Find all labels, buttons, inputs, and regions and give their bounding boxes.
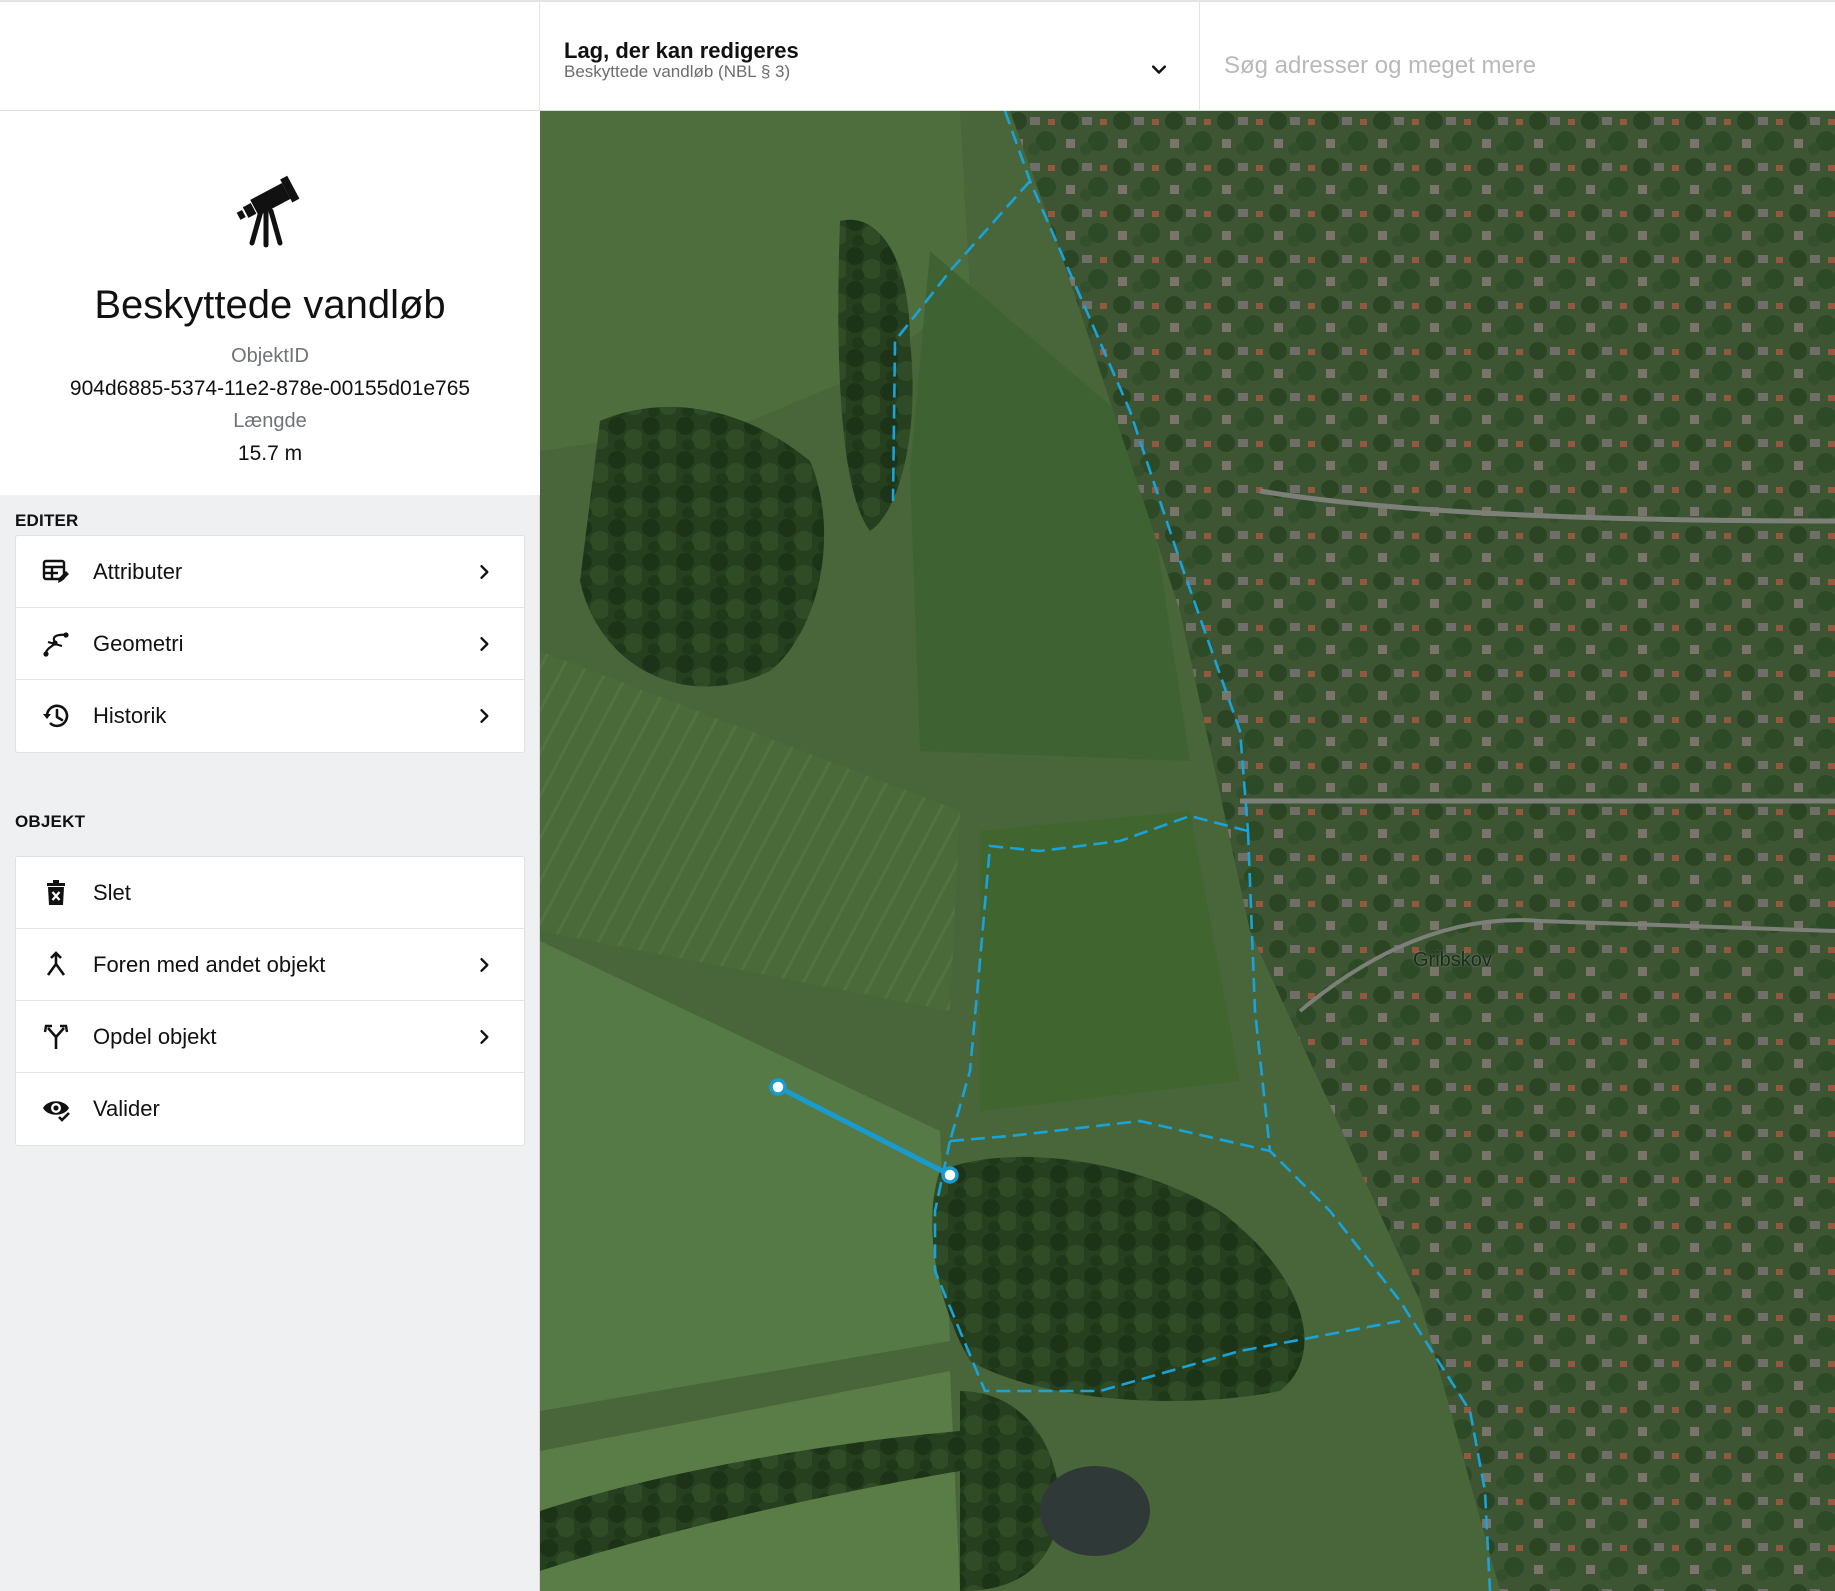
map-canvas[interactable] (540, 111, 1835, 1591)
menu-item-label: Valider (93, 1096, 160, 1121)
object-details-panel: Beskyttede vandløb ObjektID 904d6885-537… (0, 111, 540, 1591)
object-id-label: ObjektID (231, 345, 309, 367)
menu-item-geometry[interactable]: Geometri (16, 608, 524, 680)
menu-item-attributes[interactable]: Attributer (16, 536, 524, 608)
length-value: 15.7 m (237, 442, 303, 465)
object-menu: Slet Foren med andet objekt Opdel objekt (15, 856, 525, 1146)
history-icon (43, 704, 69, 728)
place-label: Gribskov (1413, 949, 1492, 971)
search-input[interactable] (1224, 48, 1804, 84)
layer-dropdown-title: Lag, der kan redigeres (564, 38, 799, 63)
menu-item-label: Foren med andet objekt (93, 952, 326, 977)
top-bar: Lag, der kan redigeres Beskyttede vandlø… (0, 0, 1835, 111)
chevron-right-icon (480, 709, 489, 723)
menu-item-label: Historik (93, 703, 167, 728)
menu-item-split[interactable]: Opdel objekt (16, 1001, 524, 1073)
chevron-right-icon (480, 637, 489, 651)
editable-layer-dropdown[interactable]: Lag, der kan redigeres Beskyttede vandlø… (540, 2, 1200, 111)
menu-item-merge[interactable]: Foren med andet objekt (16, 929, 524, 1001)
chevron-down-icon[interactable] (1149, 60, 1169, 80)
menu-item-delete[interactable]: Slet (16, 857, 524, 929)
trash-icon (47, 880, 65, 905)
telescope-icon (236, 175, 300, 248)
layer-dropdown-selected-value: Beskyttede vandløb (NBL § 3) (564, 62, 791, 81)
search-box[interactable] (1200, 2, 1835, 111)
menu-item-history[interactable]: Historik (16, 680, 524, 752)
menu-item-label: Geometri (93, 631, 184, 656)
length-label: Længde (233, 410, 307, 432)
chevron-right-icon (480, 565, 489, 579)
merge-icon (46, 951, 66, 976)
chevron-right-icon (480, 1030, 489, 1044)
menu-item-validate[interactable]: Valider (16, 1073, 524, 1145)
eye-check-icon (43, 1101, 70, 1122)
split-icon (43, 1024, 69, 1049)
vector-curve-icon (43, 632, 69, 657)
table-edit-icon (42, 559, 69, 583)
pond (1040, 1466, 1150, 1556)
object-id-value: 904d6885-5374-11e2-878e-00155d01e765 (69, 377, 471, 400)
menu-item-label: Attributer (93, 559, 183, 584)
vertex-handle-start[interactable] (769, 1078, 787, 1096)
edit-section-heading: EDITER (15, 511, 79, 530)
chevron-right-icon (480, 958, 489, 972)
edit-menu: Attributer Geometri Historik (15, 535, 525, 753)
object-section-heading: OBJEKT (15, 812, 86, 831)
object-summary-card: Beskyttede vandløb ObjektID 904d6885-537… (0, 111, 540, 495)
vertex-handle-end[interactable] (941, 1166, 959, 1184)
object-title: Beskyttede vandløb (94, 283, 446, 327)
top-bar-left-blank (0, 2, 540, 111)
aerial-map[interactable]: Gribskov (540, 111, 1835, 1591)
menu-item-label: Opdel objekt (93, 1024, 217, 1049)
menu-item-label: Slet (93, 880, 131, 905)
woodland-west (580, 406, 825, 687)
